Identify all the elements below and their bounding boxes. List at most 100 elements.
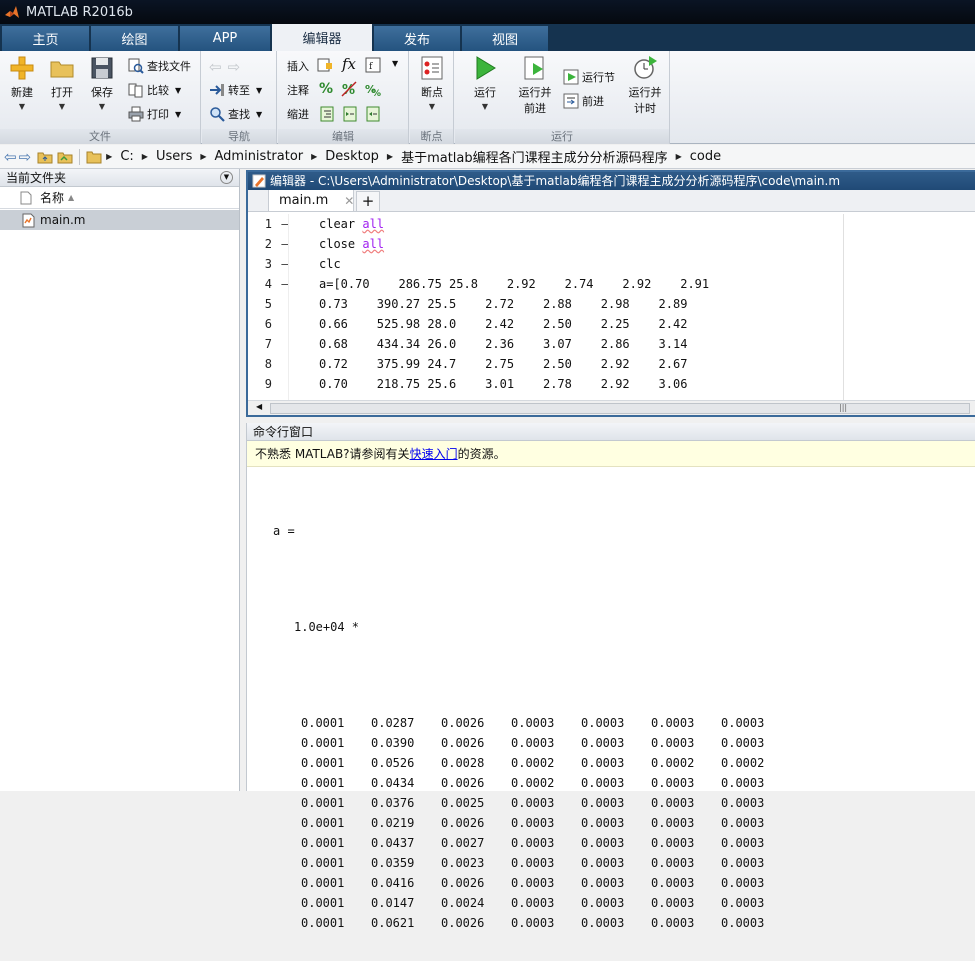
output-row: 0.0001 0.0434 0.0026 0.0002 0.0003 0.0003 0.00…	[301, 773, 791, 793]
browse-folder-icon[interactable]	[57, 149, 73, 165]
quick-start-link[interactable]: 快速入门	[410, 447, 458, 461]
output-cell: 0.0025	[441, 796, 485, 810]
open-button[interactable]: 打开 ▼	[46, 55, 78, 111]
tab-view[interactable]: 视图	[462, 26, 548, 51]
output-cell: 0.0437	[371, 836, 415, 850]
output-cell: 0.0001	[301, 816, 345, 830]
horizontal-scrollbar[interactable]: ◀ |||	[248, 400, 975, 415]
insert-function-icon[interactable]: f	[365, 57, 381, 73]
scroll-left-icon[interactable]: ◀	[256, 402, 262, 411]
code-line[interactable]: 3– clc	[248, 254, 975, 274]
up-folder-icon[interactable]	[37, 149, 53, 165]
tab-plots[interactable]: 绘图	[91, 26, 178, 51]
output-cell: 0.0003	[581, 816, 625, 830]
fx-icon[interactable]: fx	[342, 55, 356, 73]
output-cell: 0.0003	[581, 736, 625, 750]
new-button[interactable]: 新建 ▼	[6, 55, 38, 111]
comment-button[interactable]: 注释	[287, 82, 309, 98]
output-cell: 0.0003	[511, 736, 555, 750]
output-row: 0.0001 0.0219 0.0026 0.0003 0.0003 0.0003 0.00…	[301, 813, 791, 833]
breadcrumb-project-folder[interactable]: 基于matlab编程各门课程主成分分析源码程序	[401, 147, 668, 166]
run-section-button[interactable]: 运行节	[563, 69, 615, 85]
close-tab-icon[interactable]: ✕	[344, 194, 354, 208]
output-cell: 0.0001	[301, 876, 345, 890]
output-cell: 0.0001	[301, 916, 345, 930]
code-line[interactable]: 4– a=[0.70 286.75 25.8 2.92 2.74 2.92 2.9…	[248, 274, 975, 294]
insert-button[interactable]: 插入	[287, 58, 309, 74]
advance-button[interactable]: 前进	[563, 93, 604, 109]
output-cell: 0.0376	[371, 796, 415, 810]
path-separator-icon: ▶	[200, 152, 207, 161]
forward-icon[interactable]: ⇨	[19, 148, 32, 166]
save-button[interactable]: 保存 ▼	[86, 55, 118, 111]
code-line[interactable]: 1– clear all	[248, 214, 975, 234]
output-cell: 0.0003	[511, 816, 555, 830]
tab-publish[interactable]: 发布	[374, 26, 460, 51]
new-tab-button[interactable]: +	[356, 191, 380, 211]
file-name: main.m	[40, 213, 86, 227]
print-button[interactable]: 打印 ▼	[128, 106, 181, 122]
smart-indent-icon[interactable]	[319, 106, 335, 122]
goto-button[interactable]: 转至 ▼	[209, 82, 262, 98]
tab-apps[interactable]: APP	[180, 26, 270, 51]
run-and-advance-button[interactable]: 运行并 前进	[513, 55, 557, 116]
back-forward-buttons[interactable]: ⇦ ⇨	[209, 58, 240, 76]
percent-comment-icon[interactable]: %	[319, 81, 333, 97]
insert-section-icon[interactable]	[317, 57, 333, 73]
output-cell: 0.0003	[581, 916, 625, 930]
increase-indent-icon[interactable]	[342, 106, 358, 122]
find-button[interactable]: 查找 ▼	[209, 106, 262, 122]
back-icon[interactable]: ⇦	[4, 148, 17, 166]
code-line[interactable]: 2– close all	[248, 234, 975, 254]
command-output[interactable]: a = 1.0e+04 * 0.0001 0.0287 0.0026 0.0003 0.…	[273, 493, 791, 961]
editor-tab-main[interactable]: main.m ✕	[268, 189, 354, 211]
insert-more-icon[interactable]: ▼	[392, 59, 398, 68]
output-row: 0.0001 0.0376 0.0025 0.0003 0.0003 0.0003 0.00…	[301, 793, 791, 813]
decrease-indent-icon[interactable]	[365, 106, 381, 122]
uncomment-icon[interactable]: %	[341, 81, 357, 97]
new-plus-icon	[10, 56, 34, 80]
breadcrumb-code[interactable]: code	[690, 149, 721, 164]
breadcrumb-administrator[interactable]: Administrator	[215, 149, 304, 164]
code-line[interactable]: 7 0.68 434.34 26.0 2.36 3.07 2.86 3.14	[248, 334, 975, 354]
run-and-time-button[interactable]: 运行并 计时	[623, 55, 667, 116]
output-cell: 0.0026	[441, 736, 485, 750]
path-separator-icon: ▶	[141, 152, 148, 161]
breadcrumb-desktop[interactable]: Desktop	[325, 149, 379, 164]
code-line[interactable]: 5 0.73 390.27 25.5 2.72 2.88 2.98 2.89	[248, 294, 975, 314]
breadcrumb-drive[interactable]: C:	[120, 149, 133, 164]
breakpoints-button[interactable]: 断点 ▼	[416, 55, 448, 111]
output-cell: 0.0003	[721, 836, 765, 850]
compare-button[interactable]: 比较 ▼	[128, 82, 181, 98]
output-cell: 0.0003	[651, 896, 695, 910]
wrap-comments-icon[interactable]: %%	[365, 81, 381, 97]
breadcrumb-users[interactable]: Users	[156, 149, 192, 164]
find-files-button[interactable]: 查找文件	[128, 58, 191, 74]
address-bar: ⇦ ⇨ ▶ C: ▶ Users ▶ Administrator ▶ Deskt…	[0, 145, 975, 169]
panel-menu-icon[interactable]: ▼	[220, 171, 233, 184]
tab-home[interactable]: 主页	[2, 26, 89, 51]
code-line[interactable]: 8 0.72 375.99 24.7 2.75 2.50 2.92 2.67	[248, 354, 975, 374]
run-button[interactable]: 运行 ▼	[465, 55, 505, 111]
code-area[interactable]: 1– clear all 2– close all 3– clc 4– a=[0.70 …	[248, 214, 975, 400]
file-item[interactable]: main.m	[0, 210, 239, 230]
output-cell: 0.0003	[581, 836, 625, 850]
indent-button[interactable]: 缩进	[287, 106, 309, 122]
code-line[interactable]: 6 0.66 525.98 28.0 2.42 2.50 2.25 2.42	[248, 314, 975, 334]
goto-arrow-icon	[210, 84, 224, 96]
output-cell: 0.0026	[441, 876, 485, 890]
output-cell: 0.0001	[301, 856, 345, 870]
name-column-label: 名称	[40, 191, 65, 205]
editor-panel: 编辑器 - C:\Users\Administrator\Desktop\基于m…	[246, 170, 975, 417]
output-cell: 0.0002	[511, 756, 555, 770]
command-window-title: 命令行窗口	[253, 425, 314, 439]
name-column-header[interactable]: 名称 ▲	[0, 187, 239, 209]
code-line[interactable]: 9 0.70 218.75 25.6 3.01 2.78 2.92 3.06	[248, 374, 975, 394]
file-group-label: 文件	[0, 129, 200, 144]
scrollbar-thumb[interactable]: |||	[270, 403, 970, 414]
tab-editor[interactable]: 编辑器	[272, 24, 372, 51]
output-cell: 0.0001	[301, 756, 345, 770]
output-row: 0.0001 0.0621 0.0026 0.0003 0.0003 0.0003 0.00…	[301, 913, 791, 933]
current-folder-title: 当前文件夹	[6, 171, 67, 185]
output-cell: 0.0001	[301, 776, 345, 790]
